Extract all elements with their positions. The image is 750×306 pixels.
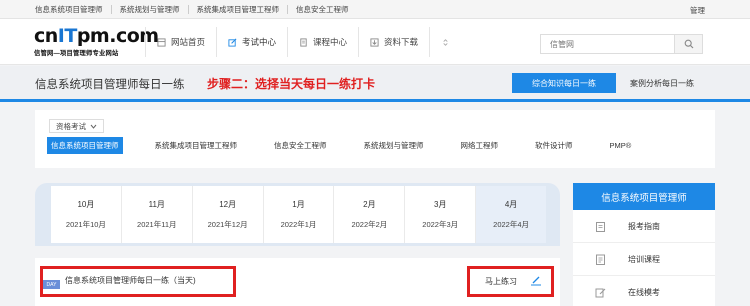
exam-filter-panel: 资格考试 信息系统项目管理师 系统集成项目管理工程师 信息安全工程师 系统规划与… (35, 110, 715, 168)
main-nav: 网站首页 考试中心 课程中心 资料下载 (145, 27, 466, 57)
sidebar-item-mock-exam[interactable]: 在线模考 (573, 276, 715, 306)
tab-security[interactable]: 信息安全工程师 (270, 137, 331, 154)
nav-course-center[interactable]: 课程中心 (287, 27, 358, 57)
site-logo[interactable]: cnITpm.com 信管网—项目管理师专业网站 (34, 25, 159, 59)
pencil-icon[interactable] (530, 274, 542, 286)
home-icon (157, 37, 166, 47)
top-bar: 信息系统项目管理师 系统规划与管理师 系统集成项目管理工程师 信息安全工程师 管… (0, 0, 750, 19)
chevron-down-icon (90, 124, 97, 129)
tab-integration[interactable]: 系统集成项目管理工程师 (151, 137, 242, 154)
top-link-planning[interactable]: 系统规划与管理师 (112, 5, 189, 14)
download-icon (370, 37, 379, 47)
tab-network[interactable]: 网络工程师 (457, 137, 503, 154)
top-link-integration[interactable]: 系统集成项目管理工程师 (189, 5, 288, 14)
top-link-security[interactable]: 信息安全工程师 (288, 5, 357, 14)
nav-exam-center[interactable]: 考试中心 (216, 27, 287, 57)
exam-type-dropdown[interactable]: 资格考试 (49, 119, 104, 133)
sidebar-title: 信息系统项目管理师 (573, 183, 715, 210)
sidebar-panel: 信息系统项目管理师 报考指南 培训课程 在线模考 (573, 183, 715, 306)
document-icon (596, 254, 605, 265)
case-analysis-link[interactable]: 案例分析每日一练 (630, 78, 694, 89)
sidebar-item-courses[interactable]: 培训课程 (573, 243, 715, 276)
clipboard-icon (596, 221, 605, 232)
daily-practice-button[interactable]: 综合知识每日一练 (512, 73, 616, 93)
day-badge-icon: DAY (43, 280, 60, 289)
start-practice-button[interactable]: 马上练习 (485, 276, 517, 287)
nav-home[interactable]: 网站首页 (145, 27, 216, 57)
book-icon (300, 37, 307, 47)
month-item[interactable]: 1月 2022年1月 (264, 186, 335, 243)
pencil-icon (595, 288, 606, 297)
month-list: 10月 2021年10月 11月 2021年11月 12月 2021年12月 1月 20… (51, 186, 547, 243)
top-links: 信息系统项目管理师 系统规划与管理师 系统集成项目管理工程师 信息安全工程师 (35, 5, 357, 14)
arrow-up-down-icon (443, 38, 448, 46)
top-link-pm[interactable]: 信息系统项目管理师 (35, 5, 112, 14)
month-item[interactable]: 2月 2022年2月 (334, 186, 406, 243)
sidebar-item-guide[interactable]: 报考指南 (573, 210, 715, 243)
tab-planning[interactable]: 系统规划与管理师 (360, 137, 428, 154)
nav-download[interactable]: 资料下载 (358, 27, 429, 57)
daily-practice-row: DAY 信息系统项目管理师每日一练（当天) 马上练习 (35, 258, 560, 306)
search-icon (684, 39, 693, 49)
exam-tabs: 信息系统项目管理师 系统集成项目管理工程师 信息安全工程师 系统规划与管理师 网… (47, 137, 635, 154)
step-annotation: 步骤二：选择当天每日一练打卡 (207, 77, 376, 91)
tab-software[interactable]: 软件设计师 (531, 137, 577, 154)
month-item[interactable]: 3月 2022年3月 (405, 186, 477, 243)
edit-icon (228, 38, 237, 47)
page-title-bar: 信息系统项目管理师每日一练 步骤二：选择当天每日一练打卡 综合知识每日一练 案例… (0, 66, 750, 102)
search-box (540, 34, 703, 54)
practice-title-link[interactable]: 信息系统项目管理师每日一练（当天) (65, 275, 196, 286)
tab-pmp[interactable]: PMP® (606, 137, 636, 154)
month-item[interactable]: 12月 2021年12月 (193, 186, 264, 243)
top-manage-link[interactable]: 管理 (690, 5, 705, 16)
month-item-current[interactable]: 4月 2022年4月 (476, 186, 547, 243)
logo-brand: cnITpm.com (34, 25, 159, 47)
month-item[interactable]: 10月 2021年10月 (51, 186, 122, 243)
month-selector: 10月 2021年10月 11月 2021年11月 12月 2021年12月 1月 20… (35, 183, 560, 246)
logo-tagline: 信管网—项目管理师专业网站 (34, 50, 119, 57)
page-title: 信息系统项目管理师每日一练 (35, 79, 185, 91)
nav-more[interactable] (429, 27, 466, 57)
search-input[interactable] (541, 35, 676, 53)
month-item[interactable]: 11月 2021年11月 (122, 186, 193, 243)
tab-pm[interactable]: 信息系统项目管理师 (47, 137, 123, 154)
search-button[interactable] (674, 35, 702, 53)
site-header: cnITpm.com 信管网—项目管理师专业网站 网站首页 考试中心 课程中心 … (0, 19, 750, 65)
